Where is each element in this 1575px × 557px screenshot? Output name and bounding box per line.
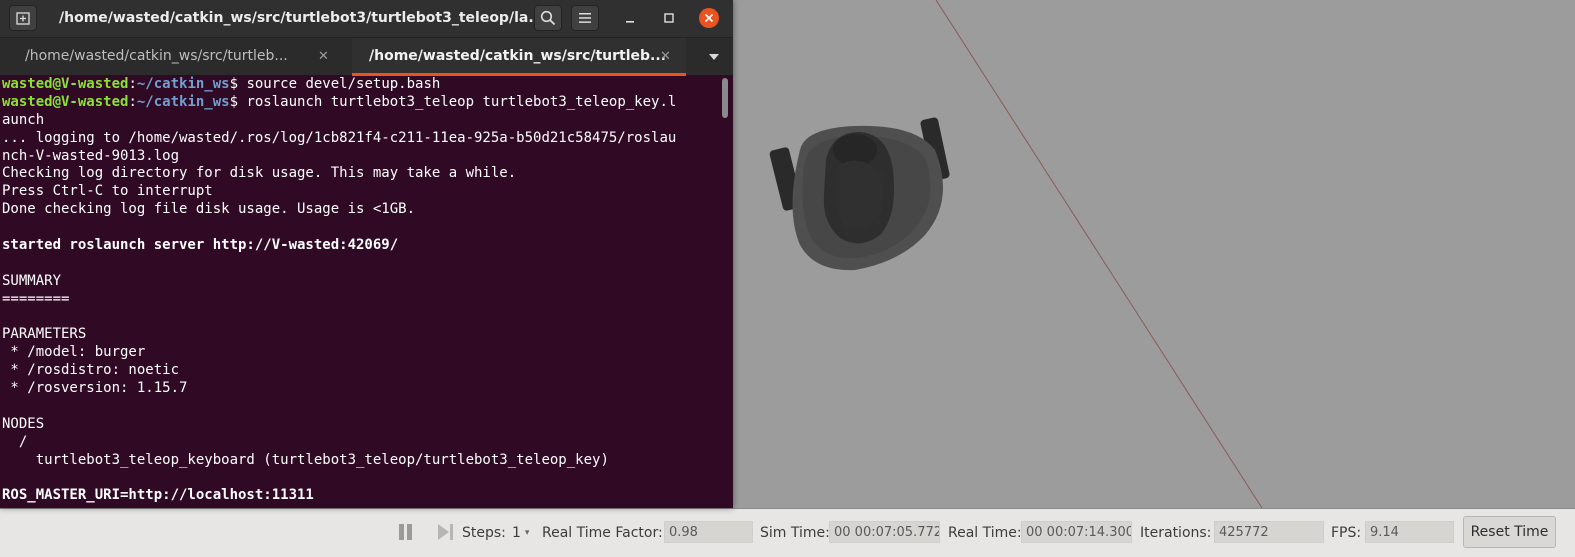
terminal-line: * /model: burger [2,344,146,361]
real-time-factor-label: Real Time Factor: [542,524,663,541]
terminal-scrollbar[interactable] [722,78,728,118]
terminal-line: turtlebot3_teleop_keyboard (turtlebot3_t… [2,451,609,468]
terminal-line: NODES [2,415,45,432]
sim-time-label: Sim Time: [760,524,830,541]
grid-axis-line [935,0,1263,508]
terminal-line: Done checking log file disk usage. Usage… [2,201,416,218]
terminal-tabbar: /home/wasted/catkin_ws/src/turtleb... ✕ … [0,37,733,76]
terminal-line: * /rosdistro: noetic [2,362,180,379]
real-time-label: Real Time: [948,524,1022,541]
reset-time-button[interactable]: Reset Time [1463,516,1556,548]
tab-close-icon[interactable]: ✕ [660,38,671,75]
new-tab-icon [16,12,30,25]
terminal-line: wasted@V-wasted:~/catkin_ws$ source deve… [2,76,441,92]
maximize-icon [664,13,674,23]
search-icon [540,10,556,26]
maximize-button[interactable] [655,5,683,31]
hamburger-menu-icon [579,13,591,23]
terminal-line: Checking log directory for disk usage. T… [2,165,517,182]
terminal-line: Press Ctrl-C to interrupt [2,183,213,200]
minimize-icon [626,21,634,23]
tab-terminal-2[interactable]: /home/wasted/catkin_ws/src/turtleb... ✕ [352,38,686,76]
steps-value: 1 [512,524,521,541]
iterations-label: Iterations: [1140,524,1212,541]
terminal-line: aunch [2,111,45,128]
tab-terminal-1[interactable]: /home/wasted/catkin_ws/src/turtleb... ✕ [0,38,352,75]
terminal-headerbar: /home/wasted/catkin_ws/src/turtlebot3/tu… [0,0,733,37]
turtlebot3-burger-model [769,117,950,271]
terminal-line: started roslaunch server http://V-wasted… [2,237,399,254]
terminal-line: SUMMARY [2,272,62,289]
terminal-line: wasted@V-wasted:~/catkin_ws$ roslaunch t… [2,93,677,110]
terminal-output[interactable]: wasted@V-wasted:~/catkin_ws$ source deve… [0,76,722,508]
gazebo-time-toolbar: Steps: 1 ▾ Real Time Factor: 0.98 Sim Ti… [0,508,1575,557]
chevron-down-icon [709,53,719,60]
terminal-line: / [2,433,28,450]
close-button[interactable] [695,5,723,31]
menu-button[interactable] [571,5,599,31]
sim-time-field: 00 00:07:05.772 [829,521,940,543]
real-time-factor-field: 0.98 [664,521,753,543]
fps-field: 9.14 [1365,521,1454,543]
terminal-line: ROS_MASTER_URI=http://localhost:11311 [2,487,314,504]
pause-icon[interactable] [398,523,414,541]
step-forward-icon[interactable] [437,523,455,541]
fps-label: FPS: [1331,524,1362,541]
tab-label: /home/wasted/catkin_ws/src/turtleb... [25,48,288,64]
terminal-line: PARAMETERS [2,326,87,343]
steps-spinbox[interactable]: 1 ▾ [512,509,529,556]
chevron-down-icon: ▾ [524,527,530,538]
tab-label: /home/wasted/catkin_ws/src/turtleb... [369,48,667,64]
terminal-line: ... logging to /home/wasted/.ros/log/1cb… [2,129,677,146]
tab-close-icon[interactable]: ✕ [318,38,329,75]
terminal-window: /home/wasted/catkin_ws/src/turtlebot3/tu… [0,0,733,508]
tab-list-dropdown[interactable] [700,38,728,75]
close-icon [699,8,719,28]
terminal-line: nch-V-wasted-9013.log [2,147,180,164]
real-time-field: 00 00:07:14.300 [1021,521,1132,543]
terminal-line: * /rosversion: 1.15.7 [2,380,188,397]
minimize-button[interactable] [616,5,644,31]
window-title: /home/wasted/catkin_ws/src/turtlebot3/tu… [59,10,545,26]
steps-label: Steps: [462,524,506,541]
terminal-line: ======== [2,290,70,307]
search-button[interactable] [534,5,562,31]
new-tab-button[interactable] [9,5,37,31]
iterations-field: 425772 [1214,521,1324,543]
